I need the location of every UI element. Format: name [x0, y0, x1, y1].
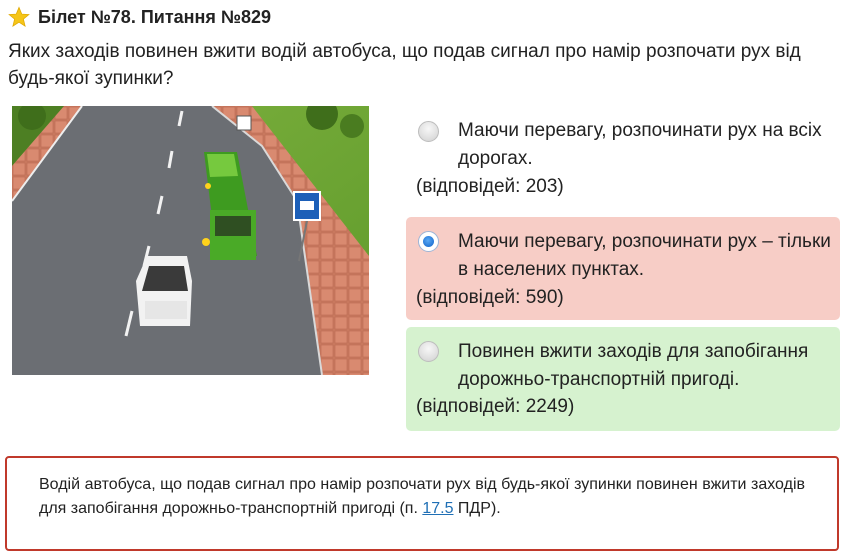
answer-text: Маючи перевагу, розпочинати рух на всіх …: [458, 120, 822, 169]
rule-link[interactable]: 17.5: [422, 500, 453, 517]
ticket-title: Білет №78. Питання №829: [38, 6, 271, 27]
question-illustration: [12, 106, 369, 375]
answer-count: (відповідей: 590): [416, 287, 564, 308]
question-header: Білет №78. Питання №829: [8, 6, 271, 28]
star-icon[interactable]: [8, 6, 30, 28]
answer-text: Маючи перевагу, розпочинати рух – тільки…: [458, 231, 831, 280]
answer-option-3[interactable]: Повинен вжити заходів для запобігання до…: [406, 327, 840, 431]
explanation-box: Водій автобуса, що подав сигнал про намі…: [5, 456, 839, 551]
question-text: Яких заходів повинен вжити водій автобус…: [8, 41, 801, 89]
answer-option-1[interactable]: Маючи перевагу, розпочинати рух на всіх …: [406, 114, 840, 206]
explanation-suffix: ПДР).: [453, 500, 501, 517]
answer-count: (відповідей: 203): [416, 176, 564, 197]
radio-button[interactable]: [418, 121, 439, 142]
answer-option-2[interactable]: Маючи перевагу, розпочинати рух – тільки…: [406, 217, 840, 320]
radio-button[interactable]: [418, 341, 439, 362]
radio-button-selected[interactable]: [418, 231, 439, 252]
answer-count: (відповідей: 2249): [416, 396, 575, 417]
answer-text: Повинен вжити заходів для запобігання до…: [458, 341, 809, 390]
